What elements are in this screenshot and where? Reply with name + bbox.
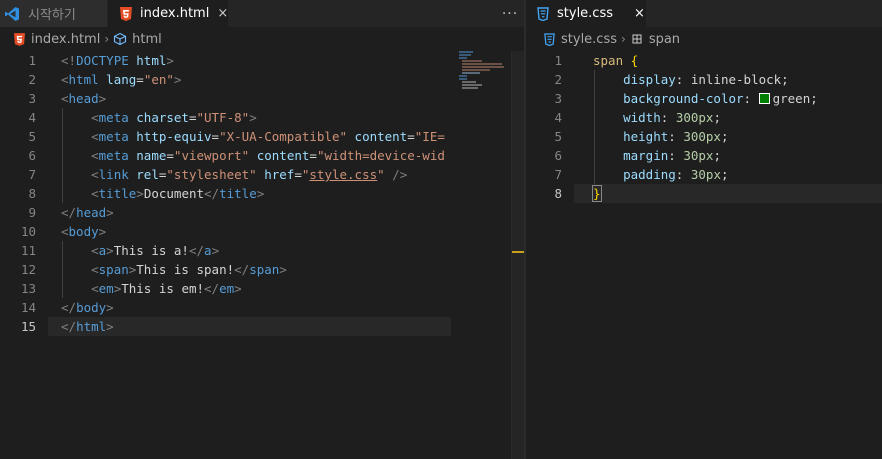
code-line: height: 300px;	[623, 129, 729, 144]
breadcrumb-file[interactable]: style.css	[542, 32, 617, 47]
code-line: }	[592, 185, 602, 202]
code-line: <head>	[61, 91, 107, 106]
code-line: <meta http-equiv="X-UA-Compatible" conte…	[91, 129, 445, 144]
right-tab-bar: style.css ×	[526, 0, 882, 27]
line-number-current: 15	[20, 319, 36, 334]
line-number: 14	[20, 300, 36, 315]
cube-symbol-icon	[113, 32, 127, 46]
code-line: padding: 30px;	[623, 167, 729, 182]
css-editor[interactable]: 1 2 3 4 5 6 7 8 span { display: inline-b…	[526, 51, 882, 459]
code-line: <link rel="stylesheet" href="style.css" …	[91, 167, 408, 182]
css-code: span { display: inline-block; background…	[592, 51, 818, 203]
left-tab-bar: 시작하기 index.html × ···	[0, 0, 524, 27]
code-line: </head>	[61, 205, 114, 220]
more-actions-icon[interactable]: ···	[496, 0, 524, 27]
line-number: 1	[28, 53, 36, 68]
code-line: display: inline-block;	[623, 72, 789, 87]
code-line: span {	[593, 53, 639, 68]
line-number-current: 8	[554, 186, 562, 201]
html-editor[interactable]: 1 2 3 4 5 6 7 8 9 10 11 12 13 14 15 <!DO…	[0, 51, 524, 459]
css3-file-icon	[542, 32, 556, 46]
line-number: 10	[20, 224, 36, 239]
tab-getting-started[interactable]: 시작하기	[0, 0, 108, 27]
breadcrumb-file-label: index.html	[31, 31, 101, 47]
color-swatch-icon[interactable]	[758, 93, 770, 104]
breadcrumb: style.css › span	[526, 28, 882, 50]
line-number: 4	[28, 110, 36, 125]
right-editor-group: style.css × style.css › span 1 2 3 4 5 6…	[526, 0, 882, 459]
line-number: 3	[28, 91, 36, 106]
chevron-right-icon: ›	[621, 32, 626, 46]
line-number: 5	[28, 129, 36, 144]
line-number: 7	[28, 167, 36, 182]
tab-label: 시작하기	[28, 8, 76, 23]
left-editor-group: 시작하기 index.html × ··· index.html › html	[0, 0, 524, 459]
breadcrumb: index.html › html	[0, 28, 524, 50]
tab-style-css[interactable]: style.css ×	[526, 0, 646, 27]
line-number: 6	[28, 148, 36, 163]
breadcrumb-file-label: style.css	[561, 31, 617, 47]
tab-index-html[interactable]: index.html ×	[108, 0, 228, 27]
tab-label: style.css	[557, 6, 613, 21]
css3-file-icon	[536, 6, 549, 22]
html-code: <!DOCTYPE html> <html lang="en"> <head> …	[61, 51, 445, 336]
html5-file-icon	[12, 32, 26, 46]
code-line: <meta name="viewport" content="width=dev…	[91, 148, 445, 163]
code-line: <span>This is span!</span>	[91, 262, 287, 277]
scroll-position-marker	[512, 251, 524, 253]
vertical-scrollbar[interactable]	[511, 51, 524, 459]
line-number: 2	[28, 72, 36, 87]
breadcrumb-symbol-label: html	[132, 31, 162, 47]
line-number: 2	[554, 72, 562, 87]
code-line: </html>	[61, 319, 114, 334]
code-line: margin: 30px;	[623, 148, 721, 163]
code-line: width: 300px;	[623, 110, 721, 125]
html5-file-icon	[120, 6, 132, 22]
line-number: 11	[20, 243, 36, 258]
code-line: <html lang="en">	[61, 72, 182, 87]
breadcrumb-symbol-label: span	[648, 31, 681, 47]
line-number-gutter: 1 2 3 4 5 6 7 8 9 10 11 12 13 14 15	[0, 51, 48, 336]
line-number: 13	[20, 281, 36, 296]
stylesheet-link[interactable]: style.css	[309, 167, 377, 182]
breadcrumb-symbol[interactable]: html	[113, 32, 162, 47]
line-number: 9	[28, 205, 36, 220]
code-line: <meta charset="UTF-8">	[91, 110, 257, 125]
code-line: <body>	[61, 224, 107, 239]
line-number: 1	[554, 53, 562, 68]
close-icon[interactable]: ×	[217, 6, 228, 22]
tab-label: index.html	[140, 6, 210, 21]
line-number-gutter: 1 2 3 4 5 6 7 8	[526, 51, 574, 203]
line-number: 5	[554, 129, 562, 144]
line-number: 6	[554, 148, 562, 163]
minimap[interactable]	[459, 51, 511, 91]
code-line: <a>This is a!</a>	[91, 243, 220, 258]
line-number: 12	[20, 262, 36, 277]
breadcrumb-file[interactable]: index.html	[12, 32, 100, 47]
vscode-logo-icon	[4, 6, 20, 22]
line-number: 3	[554, 91, 562, 106]
chevron-right-icon: ›	[104, 32, 110, 46]
line-number: 7	[554, 167, 562, 182]
close-icon[interactable]: ×	[633, 6, 646, 22]
code-line: <em>This is em!</em>	[91, 281, 242, 296]
code-line: <!DOCTYPE html>	[61, 53, 174, 68]
selector-symbol-icon	[630, 32, 644, 46]
code-line: <title>Document</title>	[91, 186, 265, 201]
line-number: 8	[28, 186, 36, 201]
breadcrumb-symbol[interactable]: span	[630, 32, 680, 47]
code-line: background-color: green;	[623, 91, 818, 106]
line-number: 4	[554, 110, 562, 125]
code-line: </body>	[61, 300, 114, 315]
